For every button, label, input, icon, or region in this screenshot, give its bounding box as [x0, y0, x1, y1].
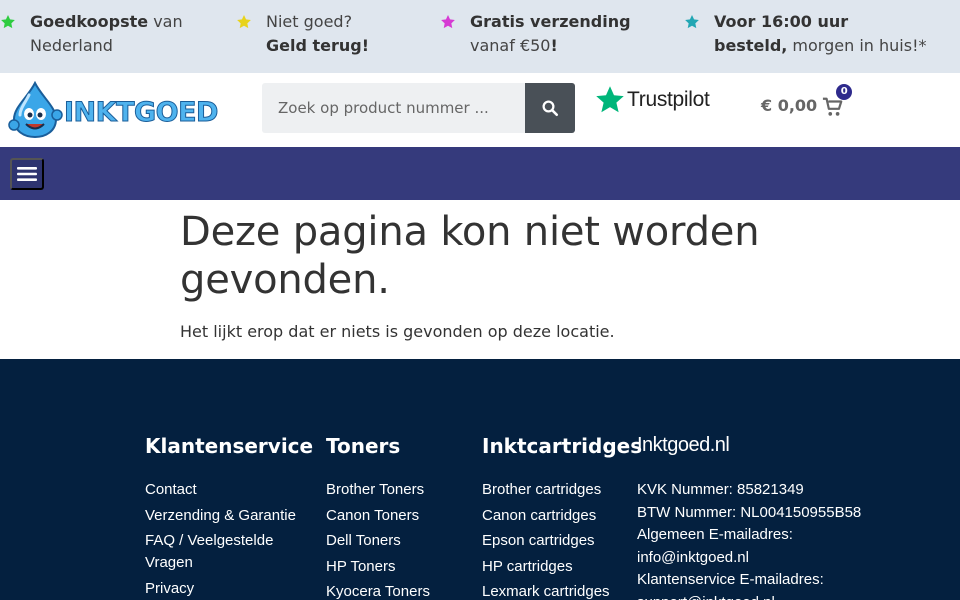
search-button[interactable]	[525, 83, 575, 133]
usp-text: vanaf €50	[470, 36, 551, 55]
search-form	[262, 83, 575, 133]
footer-link[interactable]: Contact	[145, 481, 197, 498]
company-kvk: KVK Nummer: 85821349	[637, 481, 804, 498]
cart-amount: € 0,00	[761, 95, 818, 115]
svg-text:INKTGOED: INKTGOED	[64, 97, 218, 128]
usp-text-bold: Gratis verzending	[470, 12, 631, 31]
page-title: Deze pagina kon niet worden gevonden.	[180, 209, 760, 303]
footer-heading: Inktgoed.nl	[637, 434, 730, 456]
usp-money-back: Niet goed? Geld terug!	[236, 10, 369, 58]
site-header: INKTGOED Trustpilot € 0,00 0	[0, 73, 960, 147]
cart-icon: 0	[822, 84, 853, 117]
usp-text: van	[148, 12, 183, 31]
main-nav	[0, 147, 960, 200]
support-email-link[interactable]: support@inktgoed.nl	[637, 592, 937, 600]
usp-next-day: Voor 16:00 uur besteld, morgen in huis!*	[684, 10, 926, 58]
star-icon	[685, 15, 699, 29]
footer-link[interactable]: Kyocera Toners	[326, 583, 430, 600]
search-input[interactable]	[262, 83, 525, 133]
usp-text: Niet goed?	[266, 12, 353, 31]
footer-link[interactable]: Privacy	[145, 580, 194, 597]
usp-text-bold: Voor 16:00 uur	[714, 12, 849, 31]
usp-text: Nederland	[30, 36, 113, 55]
footer-heading: Inktcartridges	[482, 434, 643, 458]
search-icon	[542, 100, 559, 117]
footer-link[interactable]: Brother Toners	[326, 481, 424, 498]
menu-toggle-button[interactable]	[10, 158, 44, 190]
cart-button[interactable]: € 0,00 0	[761, 84, 853, 117]
footer-link[interactable]: Dell Toners	[326, 532, 401, 549]
footer-link[interactable]: Verzending & Garantie	[145, 507, 296, 524]
usp-text-bold: !	[550, 36, 558, 55]
usp-text: morgen in huis!*	[787, 36, 927, 55]
company-btw: BTW Nummer: NL004150955B58	[637, 503, 862, 521]
trustpilot-star-icon	[596, 86, 624, 113]
footer-link[interactable]: Canon Toners	[326, 507, 419, 524]
footer-col-customer-service: Klantenservice Contact Verzending & Gara…	[145, 434, 315, 600]
footer-link[interactable]: HP cartridges	[482, 558, 573, 575]
footer-heading: Klantenservice	[145, 434, 314, 458]
footer-link[interactable]: Brother cartridges	[482, 481, 601, 498]
cart-count-badge: 0	[836, 84, 853, 100]
main-content: Deze pagina kon niet worden gevonden. He…	[180, 208, 820, 341]
hamburger-icon	[17, 167, 37, 181]
star-icon	[441, 15, 455, 29]
footer-col-toners: Toners Brother Toners Canon Toners Dell …	[326, 434, 476, 600]
footer-link[interactable]: Lexmark cartridges	[482, 583, 610, 600]
usp-bar: Goedkoopste van Nederland Niet goed? Geld …	[0, 0, 960, 73]
footer-link[interactable]: Canon cartridges	[482, 507, 596, 524]
footer-link[interactable]: Epson cartridges	[482, 532, 595, 549]
usp-text-bold: besteld,	[714, 36, 788, 55]
page-message: Het lijkt erop dat er niets is gevonden …	[180, 322, 615, 341]
footer-link[interactable]: HP Toners	[326, 558, 396, 575]
star-icon	[237, 15, 251, 29]
trustpilot-label: Trustpilot	[627, 88, 710, 111]
usp-cheapest: Goedkoopste van Nederland	[0, 10, 183, 58]
site-logo[interactable]: INKTGOED	[8, 80, 220, 139]
usp-text-bold: Geld terug!	[266, 36, 370, 55]
logo-mascot-icon: INKTGOED	[8, 80, 219, 139]
footer-col-cartridges: Inktcartridges Brother cartridges Canon …	[482, 434, 643, 600]
company-email-link[interactable]: info@inktgoed.nl	[637, 547, 937, 570]
footer-heading: Toners	[326, 434, 401, 458]
usp-free-shipping: Gratis verzending vanaf €50!	[440, 10, 631, 58]
star-icon	[1, 15, 15, 29]
site-footer: Klantenservice Contact Verzending & Gara…	[0, 359, 960, 600]
support-email-label: Klantenservice E-mailadres:	[637, 571, 824, 588]
trustpilot-link[interactable]: Trustpilot	[595, 85, 710, 115]
usp-text-bold: Goedkoopste	[30, 12, 149, 31]
footer-link[interactable]: FAQ / Veelgestelde Vragen	[145, 532, 273, 571]
footer-col-company-info: Inktgoed.nl KVK Nummer: 85821349 BTW Num…	[637, 434, 937, 600]
company-email-label: Algemeen E-mailadres:	[637, 526, 793, 543]
